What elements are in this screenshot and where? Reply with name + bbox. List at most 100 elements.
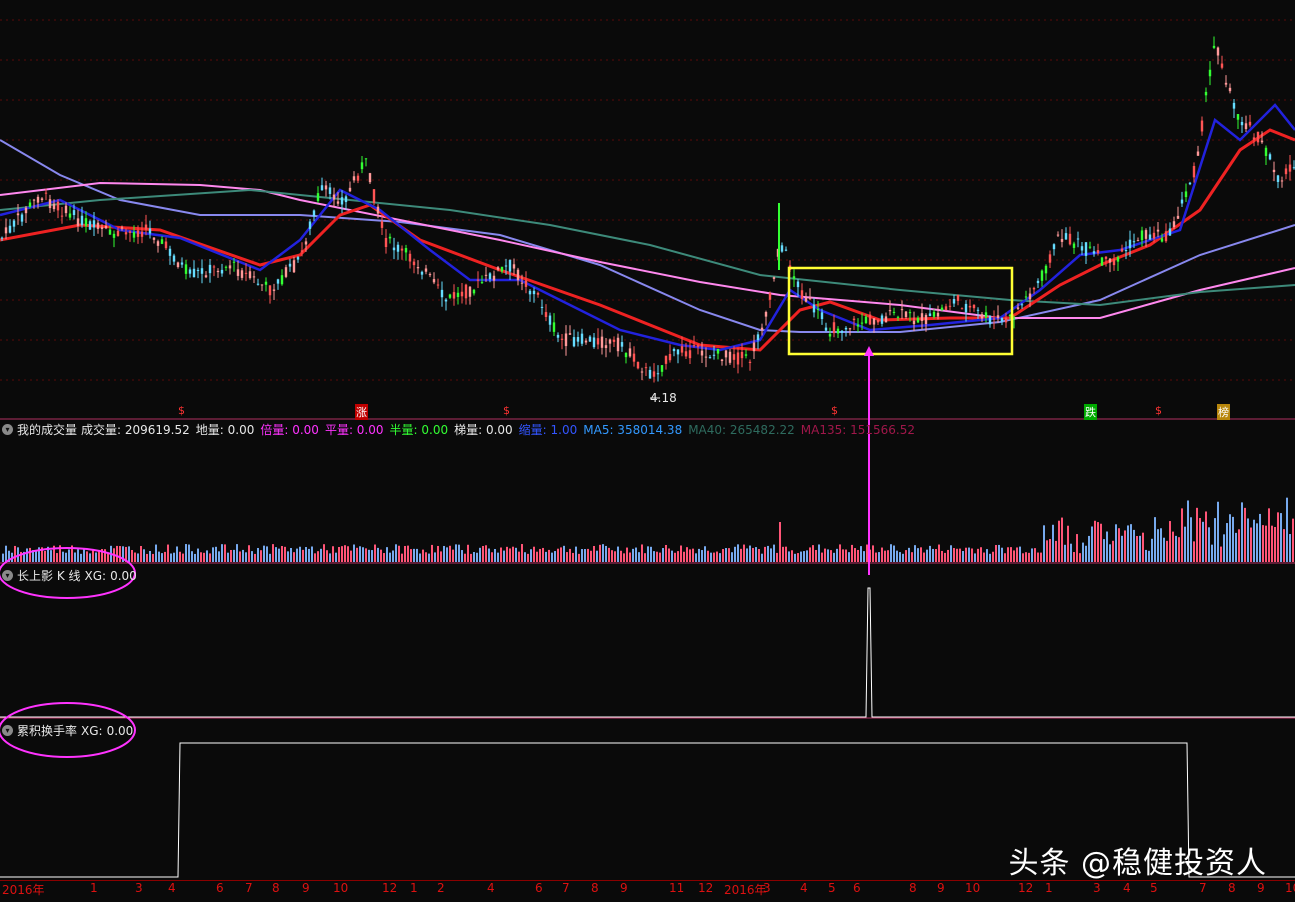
volume-bar	[581, 549, 583, 562]
volume-bar	[1277, 512, 1279, 562]
volume-bar	[410, 549, 412, 562]
volume-bar	[518, 551, 520, 562]
volume-bar	[671, 550, 673, 562]
volume-bar	[308, 548, 310, 562]
volume-bar	[452, 549, 454, 562]
watermark: 头条 @稳健投资人	[1008, 846, 1267, 881]
volume-bar	[1121, 535, 1123, 562]
volume-bar	[962, 550, 964, 562]
volume-bar	[983, 552, 985, 562]
volume-bar	[692, 548, 694, 562]
volume-bar	[842, 549, 844, 562]
volume-bar	[713, 552, 715, 562]
volume-bar	[443, 545, 445, 562]
volume-bar	[1004, 553, 1006, 562]
volume-bar	[83, 549, 85, 562]
volume-bar	[650, 546, 652, 562]
volume-bar	[629, 552, 631, 562]
volume-bar	[989, 553, 991, 562]
volume-bar	[116, 545, 118, 562]
volume-bar	[404, 545, 406, 562]
time-axis-tick: 12	[1018, 881, 1034, 895]
volume-bar	[830, 550, 832, 562]
volume-bar	[224, 544, 226, 562]
volume-bar	[446, 547, 448, 562]
volume-bar	[368, 549, 370, 562]
volume-bar	[521, 544, 523, 562]
volume-bar	[287, 551, 289, 562]
volume-bar	[377, 547, 379, 562]
volume-bar	[722, 549, 724, 562]
volume-bar	[314, 553, 316, 562]
volume-bar	[1103, 539, 1105, 562]
indicator2-label: ▾ 累积换手率 XG: 0.00	[2, 722, 133, 739]
volume-bar	[488, 548, 490, 562]
volume-bar	[1205, 511, 1207, 562]
time-axis-tick: 4	[800, 881, 808, 895]
signal-marker: $	[1155, 404, 1162, 417]
time-axis-tick: 7	[562, 881, 570, 895]
volume-bar	[389, 552, 391, 562]
time-axis-tick: 4	[168, 881, 176, 895]
volume-bar	[821, 552, 823, 562]
chart-canvas: 4.18	[0, 0, 1295, 901]
volume-bar	[155, 544, 157, 562]
volume-bar	[350, 550, 352, 562]
volume-bar	[1100, 523, 1102, 562]
collapse-toggle-icon[interactable]: ▾	[2, 570, 13, 581]
volume-bar	[1073, 552, 1075, 562]
volume-bar	[1031, 548, 1033, 562]
volume-bar	[929, 545, 931, 562]
volume-bar	[986, 549, 988, 562]
time-axis-tick: 12	[698, 881, 714, 895]
volume-bar	[758, 549, 760, 562]
volume-bar	[545, 551, 547, 562]
volume-bar	[812, 545, 814, 562]
volume-bar	[542, 547, 544, 562]
time-axis	[0, 880, 1295, 902]
volume-bar	[743, 544, 745, 562]
volume-bar	[422, 549, 424, 562]
volume-bar	[419, 553, 421, 562]
volume-bar	[848, 552, 850, 562]
volume-bar	[965, 547, 967, 562]
volume-bar	[761, 553, 763, 562]
volume-bar	[1064, 544, 1066, 562]
volume-bar	[731, 552, 733, 562]
volume-bar	[638, 552, 640, 562]
volume-bar	[1178, 537, 1180, 562]
volume-bar	[725, 548, 727, 562]
volume-bar	[1043, 525, 1045, 562]
volume-bar	[332, 546, 334, 562]
volume-bar	[605, 545, 607, 562]
volume-bar	[1079, 553, 1081, 562]
collapse-toggle-icon[interactable]: ▾	[2, 725, 13, 736]
volume-bar	[608, 547, 610, 562]
signal-marker: 跌	[1084, 404, 1097, 420]
volume-bar	[635, 547, 637, 562]
volume-bar	[353, 544, 355, 562]
time-axis-tick: 6	[216, 881, 224, 895]
volume-bar	[995, 545, 997, 562]
volume-bar	[212, 547, 214, 562]
indicator2-xg-value: 0.00	[106, 723, 134, 738]
volume-bar	[710, 552, 712, 562]
time-axis-tick: 7	[1199, 881, 1207, 895]
volume-bar	[143, 549, 145, 562]
volume-panel-label: ▾ 我的成交量 成交量: 209619.52 地量: 0.00 倍量: 0.00 平量…	[2, 421, 921, 438]
volume-bar	[26, 548, 28, 562]
volume-bar	[767, 545, 769, 562]
volume-bar	[677, 551, 679, 562]
volume-bar	[593, 545, 595, 562]
indicator1-xg-label: XG:	[84, 568, 107, 583]
volume-bar	[320, 548, 322, 562]
volume-bar	[806, 550, 808, 562]
volume-bar	[563, 545, 565, 562]
collapse-toggle-icon[interactable]: ▾	[2, 424, 13, 435]
volume-bar	[1136, 536, 1138, 562]
volume-bar	[329, 553, 331, 562]
volume-bar	[1118, 528, 1120, 562]
volume-bar	[1109, 544, 1111, 562]
volume-bar	[1028, 552, 1030, 562]
volume-bar	[62, 551, 64, 562]
